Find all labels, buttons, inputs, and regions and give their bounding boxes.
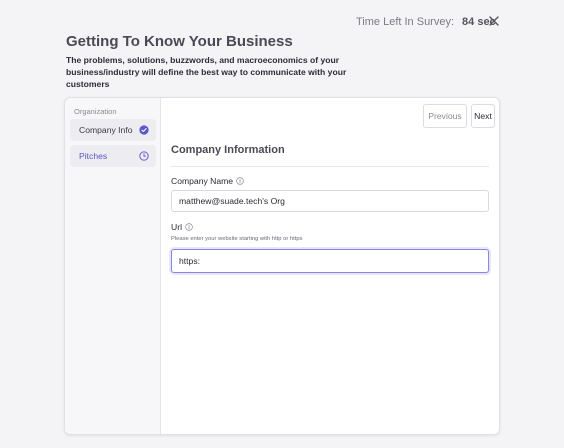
sidebar-item-label: Pitches bbox=[79, 151, 108, 161]
close-icon[interactable] bbox=[488, 15, 500, 27]
sidebar: Organization Company Info Pitches bbox=[65, 98, 161, 434]
clock-icon bbox=[139, 151, 149, 161]
sidebar-section-label: Organization bbox=[74, 107, 117, 116]
sidebar-item-label: Company Info bbox=[79, 125, 133, 135]
url-label: Url bbox=[171, 222, 193, 232]
main-panel: Previous Next Company Information Compan… bbox=[161, 98, 499, 434]
company-name-input[interactable] bbox=[171, 190, 489, 212]
page-title: Getting To Know Your Business bbox=[66, 33, 293, 50]
survey-card: Organization Company Info Pitches Previo… bbox=[64, 97, 500, 435]
section-title: Company Information bbox=[171, 144, 285, 156]
page-description: The problems, solutions, buzzwords, and … bbox=[66, 55, 347, 89]
url-input[interactable] bbox=[171, 249, 489, 273]
url-label-text: Url bbox=[171, 222, 182, 232]
next-button[interactable]: Next bbox=[471, 104, 495, 128]
sidebar-item-company-info[interactable]: Company Info bbox=[70, 119, 156, 141]
url-helper-text: Please enter your website starting with … bbox=[171, 236, 303, 242]
info-icon bbox=[236, 177, 244, 185]
divider bbox=[171, 166, 489, 167]
survey-timer: Time Left In Survey: 84 sec bbox=[356, 16, 496, 28]
check-circle-icon bbox=[139, 125, 149, 135]
company-name-label: Company Name bbox=[171, 176, 244, 186]
timer-label: Time Left In Survey: bbox=[356, 16, 455, 28]
previous-button[interactable]: Previous bbox=[423, 104, 467, 128]
company-name-label-text: Company Name bbox=[171, 176, 234, 186]
info-icon bbox=[185, 223, 193, 231]
sidebar-item-pitches[interactable]: Pitches bbox=[70, 145, 156, 167]
